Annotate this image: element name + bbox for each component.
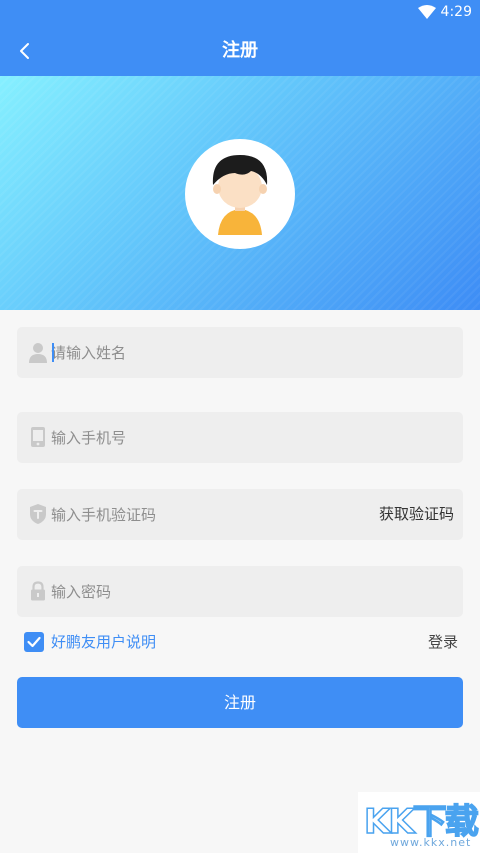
text-cursor [52, 343, 54, 362]
code-input[interactable] [51, 489, 381, 540]
password-field[interactable] [17, 566, 463, 617]
status-bar: 4:29 [0, 0, 480, 26]
phone-icon [31, 427, 45, 447]
agreement-link[interactable]: 好鹏友用户说明 [51, 632, 156, 653]
get-code-button[interactable]: 获取验证码 [379, 489, 454, 540]
app-bar: 注册 [0, 26, 480, 76]
status-time: 4:29 [440, 4, 472, 20]
register-button[interactable]: 注册 [17, 677, 463, 728]
person-icon [29, 343, 47, 363]
code-field[interactable]: 获取验证码 [17, 489, 463, 540]
phone-field[interactable] [17, 412, 463, 463]
page-title: 注册 [222, 40, 258, 61]
password-input[interactable] [51, 566, 381, 617]
name-field[interactable] [17, 327, 463, 378]
avatar-icon [212, 155, 268, 235]
avatar [185, 139, 295, 249]
login-link[interactable]: 登录 [428, 632, 458, 653]
lock-icon [31, 581, 45, 601]
watermark-url: www.kkx.net [390, 836, 472, 849]
shield-icon [30, 504, 46, 524]
agreement-checkbox[interactable] [24, 632, 44, 652]
phone-input[interactable] [51, 412, 381, 463]
header-banner [0, 76, 480, 310]
name-input[interactable] [51, 327, 381, 378]
wifi-icon [418, 5, 436, 19]
checkmark-icon [27, 636, 41, 648]
watermark: KK下载 www.kkx.net [358, 792, 480, 853]
